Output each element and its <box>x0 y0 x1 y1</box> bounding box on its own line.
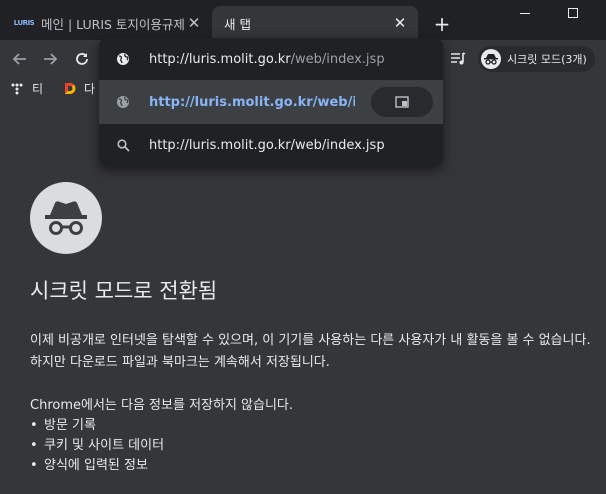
reload-icon <box>76 53 88 65</box>
tab-title: 메인 | LURIS 토지이용규제 <box>41 16 184 32</box>
list-item: 쿠키 및 사이트 데이터 <box>30 436 164 456</box>
search-icon <box>113 138 133 152</box>
omnibox-suggestion-search[interactable]: http://luris.molit.go.kr/web/index.jsp <box>99 124 443 166</box>
daum-icon <box>62 82 76 96</box>
bookmark-tistory[interactable]: 티 <box>10 80 43 97</box>
switch-to-tab-icon <box>395 96 409 108</box>
tab-close-icon[interactable]: ✕ <box>390 13 410 33</box>
omnibox-suggestion-selected[interactable]: http://luris.molit.go.kr/web/index.jsp <box>99 80 443 124</box>
maximize-button[interactable] <box>550 0 596 26</box>
tab-close-icon[interactable]: ✕ <box>184 13 204 33</box>
omnibox-input-row[interactable]: http://luris.molit.go.kr/web/index.jsp <box>99 38 443 80</box>
bookmark-label: 티 <box>32 82 44 96</box>
new-tab-button[interactable]: + <box>430 12 454 36</box>
maximize-icon <box>568 8 578 18</box>
globe-icon <box>113 52 133 66</box>
incognito-description: 이제 비공개로 인터넷을 탐색할 수 있으며, 이 기기를 사용하는 다른 사용… <box>30 333 591 370</box>
list-item: 방문 기록 <box>30 416 164 436</box>
media-queue-icon <box>451 52 466 65</box>
suggestion-url: http://luris.molit.go.kr/web/index.jsp <box>149 94 355 110</box>
tab-luris[interactable]: LURIS 메인 | LURIS 토지이용규제 ✕ <box>0 6 212 40</box>
tistory-icon <box>10 82 24 96</box>
incognito-label: 시크릿 모드(3개) <box>507 53 587 66</box>
globe-icon <box>113 95 133 109</box>
list-item: 양식에 입력된 정보 <box>30 456 164 476</box>
incognito-avatar-icon <box>481 49 501 69</box>
not-saved-list: 방문 기록 쿠키 및 사이트 데이터 양식에 입력된 정보 <box>30 416 164 476</box>
incognito-profile-button[interactable]: 시크릿 모드(3개) <box>478 46 595 72</box>
page-heading: 시크릿 모드로 전환됨 <box>30 279 218 303</box>
reload-button[interactable] <box>70 47 94 71</box>
incognito-hero-icon <box>30 182 102 254</box>
bookmark-label: 다 <box>84 82 96 96</box>
media-control-button[interactable] <box>448 49 468 69</box>
tab-strip: LURIS 메인 | LURIS 토지이용규제 ✕ 새 탭 ✕ + <box>0 0 606 40</box>
not-saved-heading: Chrome에서는 다음 정보를 저장하지 않습니다. <box>30 398 294 413</box>
minimize-icon <box>520 12 530 14</box>
tab-title: 새 탭 <box>224 16 251 32</box>
bookmark-daum[interactable]: 다 <box>62 80 95 97</box>
switch-to-tab-button[interactable] <box>371 87 433 117</box>
forward-arrow-icon <box>44 53 58 65</box>
omnibox-dropdown: http://luris.molit.go.kr/web/index.jsp h… <box>99 38 443 166</box>
minimize-button[interactable] <box>502 0 548 26</box>
back-arrow-icon <box>12 53 26 65</box>
forward-button[interactable] <box>38 47 62 71</box>
luris-favicon-icon: LURIS <box>13 19 35 27</box>
tab-new-tab[interactable]: 새 탭 ✕ <box>212 6 418 40</box>
omnibox-input[interactable]: http://luris.molit.go.kr/web/index.jsp <box>149 52 385 67</box>
back-button[interactable] <box>8 47 32 71</box>
suggestion-search-text: http://luris.molit.go.kr/web/index.jsp <box>149 137 385 153</box>
